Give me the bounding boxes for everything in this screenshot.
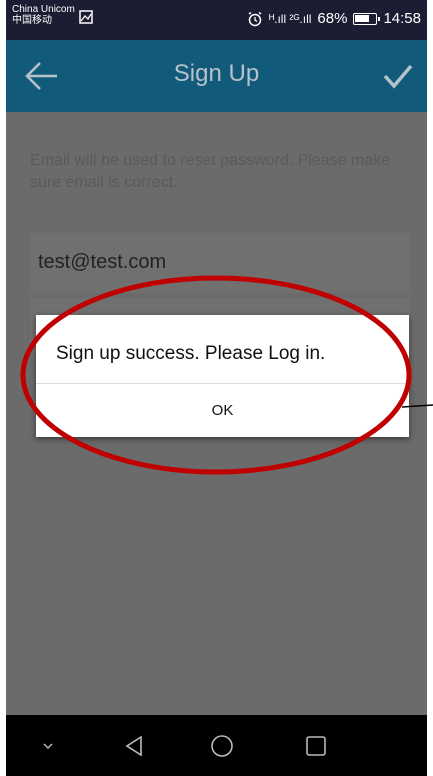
signal-icon: ᴴ.ıll ²ᴳ.ıll xyxy=(268,11,312,26)
success-dialog: Sign up success. Please Log in. OK xyxy=(36,315,409,437)
app-bar: Sign Up xyxy=(6,40,427,112)
home-circle-icon[interactable] xyxy=(202,729,242,763)
status-bar: China Unicom 中国移动 ᴴ.ıll ²ᴳ.ıll 68% 14:58 xyxy=(6,0,427,40)
dialog-message: Sign up success. Please Log in. xyxy=(56,343,326,364)
navigation-bar xyxy=(6,715,427,776)
carrier-name-local: 中国移动 xyxy=(12,15,52,26)
image-icon xyxy=(79,10,93,24)
phone-screen: China Unicom 中国移动 ᴴ.ıll ²ᴳ.ıll 68% 14:58… xyxy=(6,0,427,776)
battery-icon xyxy=(353,12,381,25)
email-hint: Email will be used to reset password. Pl… xyxy=(30,152,391,191)
email-value: test@test.com xyxy=(38,251,167,273)
carrier-label: China Unicom 中国移动 xyxy=(12,4,75,26)
status-icons: ᴴ.ıll ²ᴳ.ıll 68% 14:58 xyxy=(247,10,421,27)
ok-button[interactable]: OK xyxy=(36,384,409,437)
check-icon[interactable] xyxy=(383,62,413,90)
page-title: Sign Up xyxy=(173,60,260,87)
battery-percent: 68% xyxy=(317,10,348,27)
email-field[interactable]: test@test.com xyxy=(30,233,410,293)
recents-square-icon[interactable] xyxy=(296,729,336,763)
clock: 14:58 xyxy=(383,10,421,27)
back-triangle-icon[interactable] xyxy=(114,729,154,763)
alarm-icon xyxy=(248,11,262,26)
carrier-name: China Unicom xyxy=(12,4,75,15)
chevron-down-icon[interactable] xyxy=(28,729,68,763)
